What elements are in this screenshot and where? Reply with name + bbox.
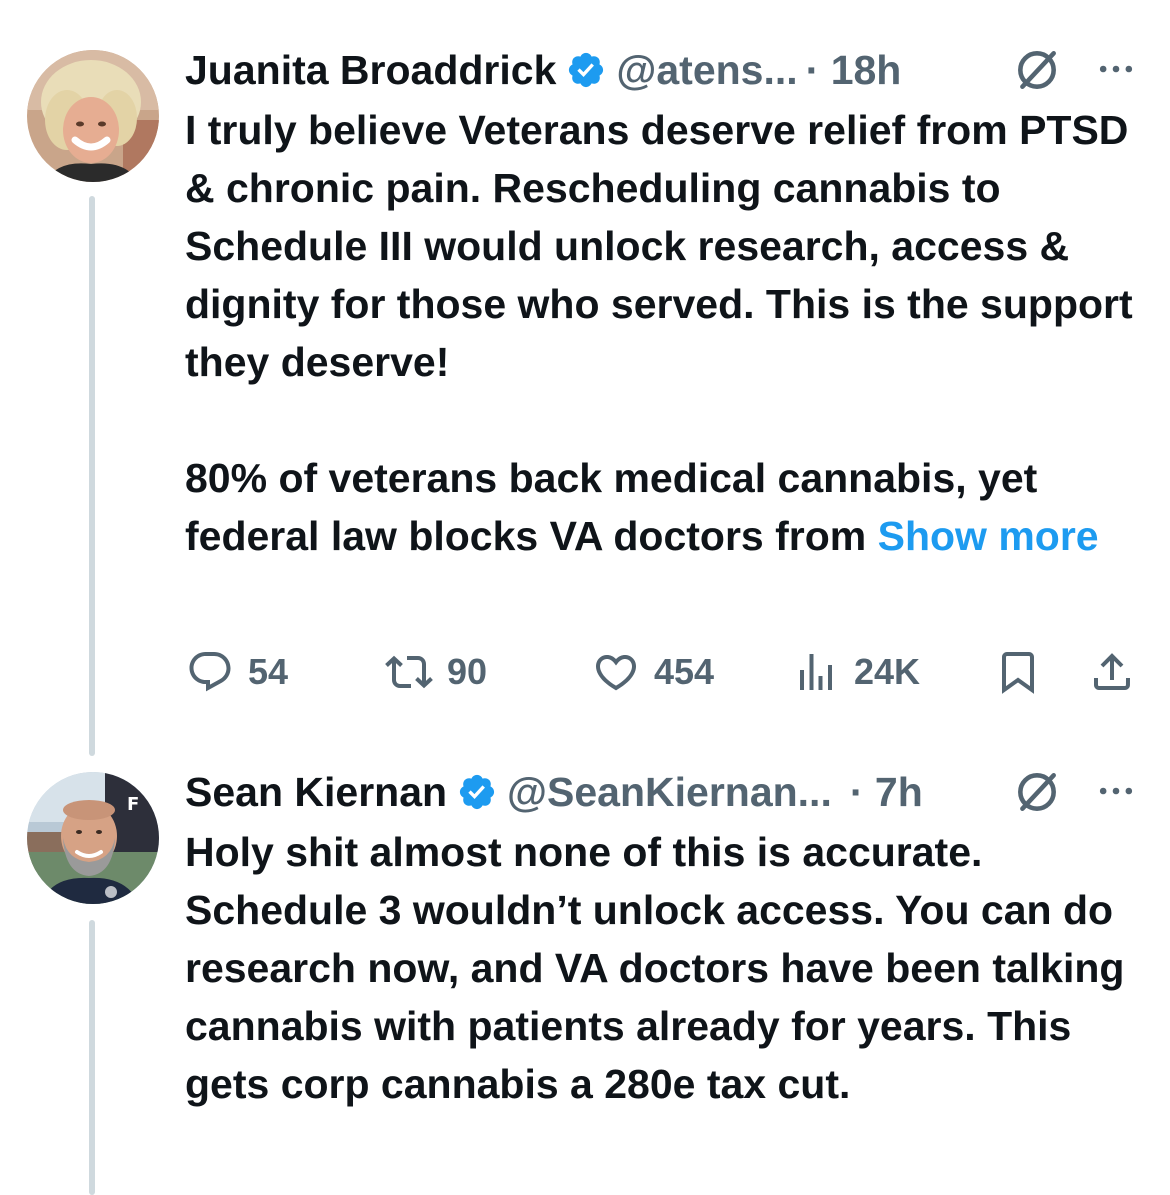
share-icon bbox=[1094, 653, 1130, 690]
verified-badge-icon bbox=[459, 774, 495, 810]
author-handle[interactable]: @atens... bbox=[616, 42, 797, 98]
tweet-header: Juanita Broaddrick @atens... · 18h bbox=[185, 42, 901, 98]
author-name[interactable]: Sean Kiernan bbox=[185, 764, 447, 820]
bookmark-icon bbox=[1002, 652, 1034, 694]
like-button[interactable]: 454 bbox=[592, 644, 714, 700]
tweet-text-content: I truly believe Veterans deserve relief … bbox=[185, 107, 1133, 559]
thread-line-1 bbox=[89, 196, 95, 756]
tweet-timestamp[interactable]: · 7h bbox=[850, 764, 923, 820]
thread-line-2 bbox=[89, 920, 95, 1195]
repost-count: 90 bbox=[447, 651, 488, 692]
bookmark-button[interactable] bbox=[994, 644, 1042, 700]
repost-icon bbox=[385, 655, 433, 689]
tweet-text-content: Holy shit almost none of this is accurat… bbox=[185, 829, 1125, 1107]
reply-button[interactable]: 54 bbox=[186, 644, 288, 700]
grok-icon[interactable] bbox=[1012, 767, 1062, 817]
more-icon[interactable] bbox=[1094, 769, 1138, 813]
more-icon[interactable] bbox=[1094, 47, 1138, 91]
grok-icon[interactable] bbox=[1012, 45, 1062, 95]
tweet-text: I truly believe Veterans deserve relief … bbox=[185, 101, 1145, 565]
tweet-header: Sean Kiernan @SeanKiernan... · 7h bbox=[185, 764, 923, 820]
tweet-text: Holy shit almost none of this is accurat… bbox=[185, 823, 1145, 1113]
thread-view: Juanita Broaddrick @atens... · 18h I tru… bbox=[0, 0, 1170, 1195]
author-name[interactable]: Juanita Broaddrick bbox=[185, 42, 556, 98]
repost-button[interactable]: 90 bbox=[385, 644, 487, 700]
svg-text:F: F bbox=[127, 794, 139, 815]
reply-count: 54 bbox=[248, 651, 289, 692]
avatar-juanita[interactable] bbox=[27, 50, 159, 182]
reply-icon bbox=[189, 652, 231, 692]
heart-icon bbox=[595, 655, 637, 691]
like-count: 454 bbox=[654, 651, 715, 692]
avatar-sean[interactable]: F bbox=[27, 772, 159, 904]
show-more-link[interactable]: Show more bbox=[878, 513, 1099, 559]
views-count: 24K bbox=[854, 651, 921, 692]
views-button[interactable]: 24K bbox=[792, 644, 920, 700]
author-handle[interactable]: @SeanKiernan... bbox=[507, 764, 832, 820]
verified-badge-icon bbox=[569, 52, 604, 88]
share-button[interactable] bbox=[1088, 644, 1136, 700]
views-icon bbox=[800, 654, 832, 690]
tweet-timestamp[interactable]: · 18h bbox=[806, 42, 902, 98]
